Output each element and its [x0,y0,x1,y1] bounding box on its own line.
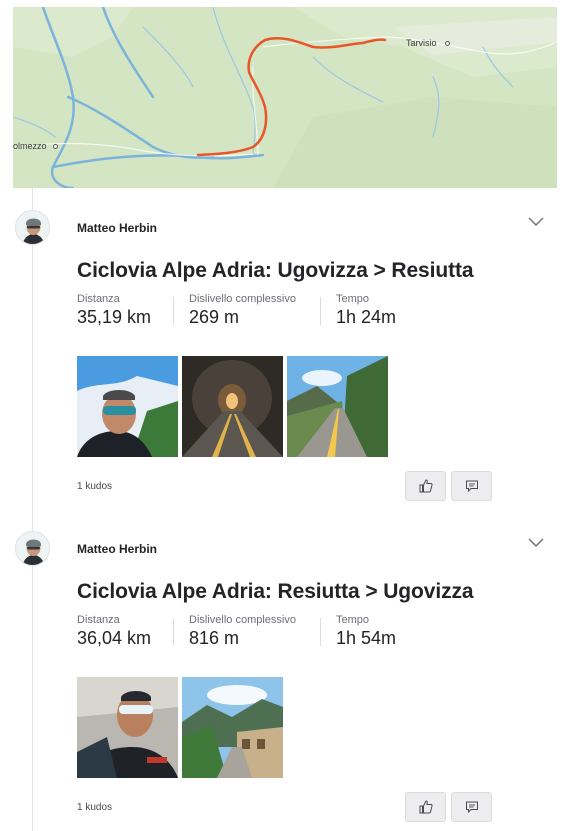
tarvisio-marker [445,41,450,46]
stat-label: Dislivello complessivo [189,614,296,626]
map-canvas [13,7,557,188]
kudos-count[interactable]: 1 kudos [77,802,112,813]
activity-title[interactable]: Ciclovia Alpe Adria: Ugovizza > Resiutta [77,259,474,283]
stat-value: 1h 24m [336,307,397,327]
kudos-count[interactable]: 1 kudos [77,481,112,492]
photo-bike-tunnel[interactable] [182,356,283,457]
route-map[interactable]: Tarvisio olmezzo [13,7,557,188]
thumbs-up-icon [419,800,433,814]
stat-divider [173,618,174,646]
chevron-down-icon[interactable] [528,217,544,227]
comment-button[interactable] [451,471,492,501]
avatar[interactable] [15,531,50,566]
stat-value: 35,19 km [77,307,152,327]
thumbs-up-icon [419,479,433,493]
photo-selfie-riding[interactable] [77,677,178,778]
stat-divider [320,618,321,646]
stat-value: 816 m [189,628,240,648]
stat-label: Tempo [336,293,370,305]
map-label-tarvisio: Tarvisio [406,38,437,48]
athlete-name[interactable]: Matteo Herbin [77,542,157,556]
stat-value: 36,04 km [77,628,152,648]
stat-label: Distanza [77,293,120,305]
tolmezzo-marker [53,144,58,149]
stat-value: 269 m [189,307,240,327]
stat-elevation: Dislivello complessivo 816 m [189,614,296,649]
activity-title[interactable]: Ciclovia Alpe Adria: Resiutta > Ugovizza [77,580,474,604]
avatar[interactable] [15,210,50,245]
photo-mountain-station[interactable] [182,677,283,778]
athlete-name[interactable]: Matteo Herbin [77,221,157,235]
feed-timeline-line [32,188,33,831]
stat-time: Tempo 1h 24m [336,293,396,328]
stat-distance: Distanza 36,04 km [77,614,151,649]
comment-icon [465,480,478,493]
comment-icon [465,801,478,814]
chevron-down-icon[interactable] [528,538,544,548]
comment-button[interactable] [451,792,492,822]
stat-label: Distanza [77,614,120,626]
stat-value: 1h 54m [336,628,397,648]
give-kudos-button[interactable] [405,471,446,501]
stat-elevation: Dislivello complessivo 269 m [189,293,296,328]
stat-label: Tempo [336,614,370,626]
give-kudos-button[interactable] [405,792,446,822]
stat-time: Tempo 1h 54m [336,614,396,649]
photo-cycle-path-valley[interactable] [287,356,388,457]
stat-label: Dislivello complessivo [189,293,296,305]
stat-divider [320,297,321,325]
stat-distance: Distanza 35,19 km [77,293,151,328]
photo-selfie-sunglasses[interactable] [77,356,178,457]
map-label-tolmezzo: olmezzo [13,141,47,151]
stat-divider [173,297,174,325]
